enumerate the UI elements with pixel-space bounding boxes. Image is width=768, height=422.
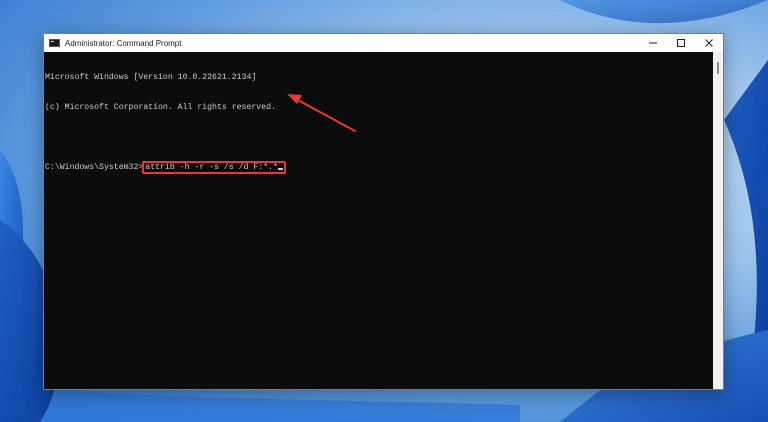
console-output[interactable]: Microsoft Windows [Version 10.0.22621.21… <box>44 52 713 389</box>
text-cursor <box>277 168 283 170</box>
close-icon <box>705 39 713 47</box>
console-command-line: C:\Windows\System32> attrib -h -r -s /s /… <box>45 161 713 174</box>
console-line-copyright: (c) Microsoft Corporation. All rights re… <box>45 103 276 112</box>
console-command: attrib -h -r -s /s /d F:*.* <box>145 163 278 172</box>
minimize-icon <box>649 42 657 44</box>
maximize-button[interactable] <box>667 34 695 52</box>
minimize-button[interactable] <box>639 34 667 52</box>
window-controls <box>639 34 723 52</box>
title-bar[interactable]: Administrator: Command Prompt <box>44 34 723 52</box>
close-button[interactable] <box>695 34 723 52</box>
maximize-icon <box>677 39 685 47</box>
console-prompt: C:\Windows\System32> <box>45 163 144 172</box>
command-prompt-window[interactable]: Administrator: Command Prompt Microsoft <box>43 33 724 390</box>
vertical-scrollbar[interactable] <box>713 52 723 389</box>
scrollbar-thumb[interactable] <box>717 62 719 74</box>
console-line-version: Microsoft Windows [Version 10.0.22621.21… <box>45 73 257 82</box>
command-prompt-icon <box>49 39 60 47</box>
command-highlight-box: attrib -h -r -s /s /d F:*.* <box>142 161 286 174</box>
window-title: Administrator: Command Prompt <box>65 38 182 48</box>
